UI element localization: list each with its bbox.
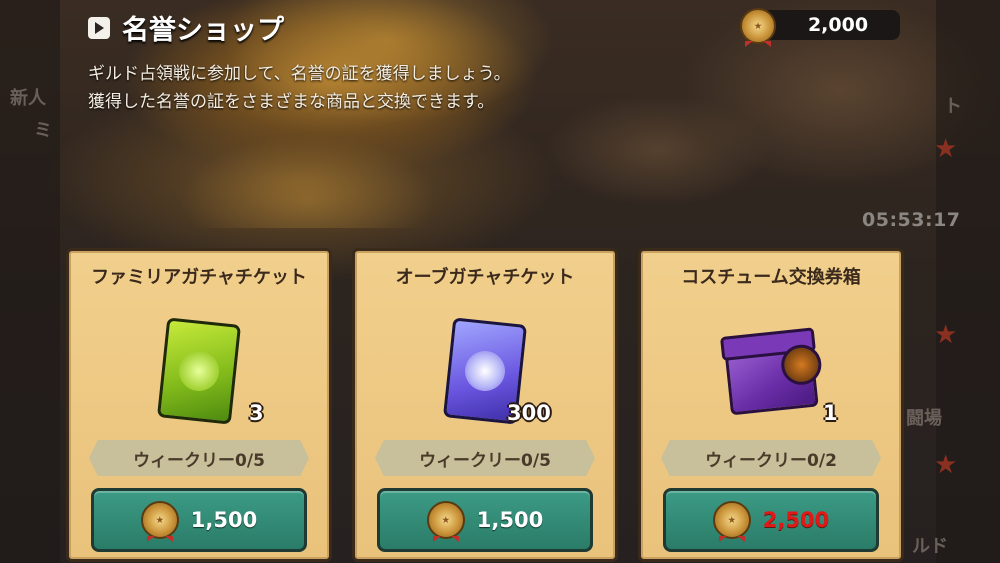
item-quantity: 1 xyxy=(823,401,838,425)
shop-item-card: オーブガチャチケット 300 ウィークリー0/5 1,500 xyxy=(352,248,618,562)
background-right-text: ト xyxy=(944,96,962,117)
item-name: ファミリアガチャチケット xyxy=(91,267,307,288)
honor-medal-icon xyxy=(426,501,465,539)
item-price: 1,500 xyxy=(190,508,258,532)
background-left-text-2: ミ xyxy=(34,120,52,141)
buy-button[interactable]: 1,500 xyxy=(377,488,593,552)
item-price: 1,500 xyxy=(476,508,544,532)
weekly-limit-label: ウィークリー0/5 xyxy=(375,440,595,476)
back-arrow-icon[interactable] xyxy=(88,16,110,39)
description-line-1: ギルド占領戦に参加して、名誉の証を獲得しましょう。 xyxy=(88,64,511,84)
star-icon: ★ xyxy=(934,134,958,164)
weekly-limit-label: ウィークリー0/2 xyxy=(661,440,881,476)
weekly-limit-label: ウィークリー0/5 xyxy=(89,440,309,476)
item-image xyxy=(156,317,242,425)
star-icon-2: ★ xyxy=(934,320,958,350)
background-right-text-3: ルド xyxy=(912,536,948,557)
shop-item-card: コスチューム交換券箱 1 ウィークリー0/2 2,500 xyxy=(638,248,904,562)
background-timer: 05:53:17 xyxy=(862,209,961,231)
honor-medal-icon xyxy=(140,501,179,539)
shop-description: ギルド占領戦に参加して、名誉の証を獲得しましょう。 獲得した名誉の証をさまざまな… xyxy=(88,60,511,116)
item-price-insufficient: 2,500 xyxy=(762,508,830,532)
green-ticket-icon xyxy=(156,317,242,425)
page-header: 名誉ショップ xyxy=(88,8,284,47)
item-name: コスチューム交換券箱 xyxy=(681,267,861,288)
background-left-text: 新人 xyxy=(10,88,46,109)
honor-medal-icon xyxy=(740,8,776,44)
item-quantity: 3 xyxy=(249,401,264,425)
honor-medal-icon xyxy=(712,501,751,539)
item-name: オーブガチャチケット xyxy=(395,267,575,288)
purple-box-icon xyxy=(723,330,824,416)
shop-item-card: ファミリアガチャチケット 3 ウィークリー0/5 1,500 xyxy=(66,248,332,562)
currency-amount: 2,000 xyxy=(762,10,900,40)
star-icon-3: ★ xyxy=(934,450,958,480)
page-title: 名誉ショップ xyxy=(122,15,284,46)
honor-currency-display: 2,000 xyxy=(740,8,900,44)
buy-button[interactable]: 2,500 xyxy=(663,488,879,552)
background-right-text-2: 闘場 xyxy=(906,408,942,429)
description-line-2: 獲得した名誉の証をさまざまな商品と交換できます。 xyxy=(88,92,495,112)
item-image xyxy=(723,330,824,416)
item-quantity: 300 xyxy=(507,401,551,425)
buy-button[interactable]: 1,500 xyxy=(91,488,307,552)
